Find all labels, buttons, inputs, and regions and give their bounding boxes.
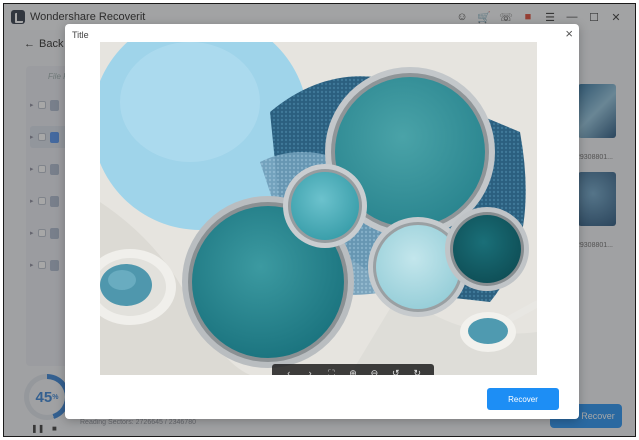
image-viewer-toolbar: ‹ › ⛶ ⊕ ⊖ ↺ ↻ (272, 364, 434, 375)
zoom-in-icon[interactable]: ⊕ (345, 364, 361, 375)
preview-photo (100, 42, 537, 375)
recover-button[interactable]: Recover (487, 388, 559, 410)
prev-icon[interactable]: ‹ (281, 364, 297, 375)
rotate-right-icon[interactable]: ↻ (409, 364, 425, 375)
next-icon[interactable]: › (302, 364, 318, 375)
zoom-out-icon[interactable]: ⊖ (366, 364, 382, 375)
app-window: Wondershare Recoverit ☺ 🛒 ☏ ■ ☰ — ☐ ✕ ← … (3, 3, 636, 437)
image-preview: ‹ › ⛶ ⊕ ⊖ ↺ ↻ (100, 42, 537, 375)
preview-dialog: Title × ‹ › ⛶ ⊕ ⊖ ↺ ↻ Recover (65, 24, 579, 419)
rotate-left-icon[interactable]: ↺ (388, 364, 404, 375)
fullscreen-icon[interactable]: ⛶ (324, 364, 340, 375)
close-icon[interactable]: × (565, 26, 573, 41)
dialog-title: Title (72, 30, 89, 40)
